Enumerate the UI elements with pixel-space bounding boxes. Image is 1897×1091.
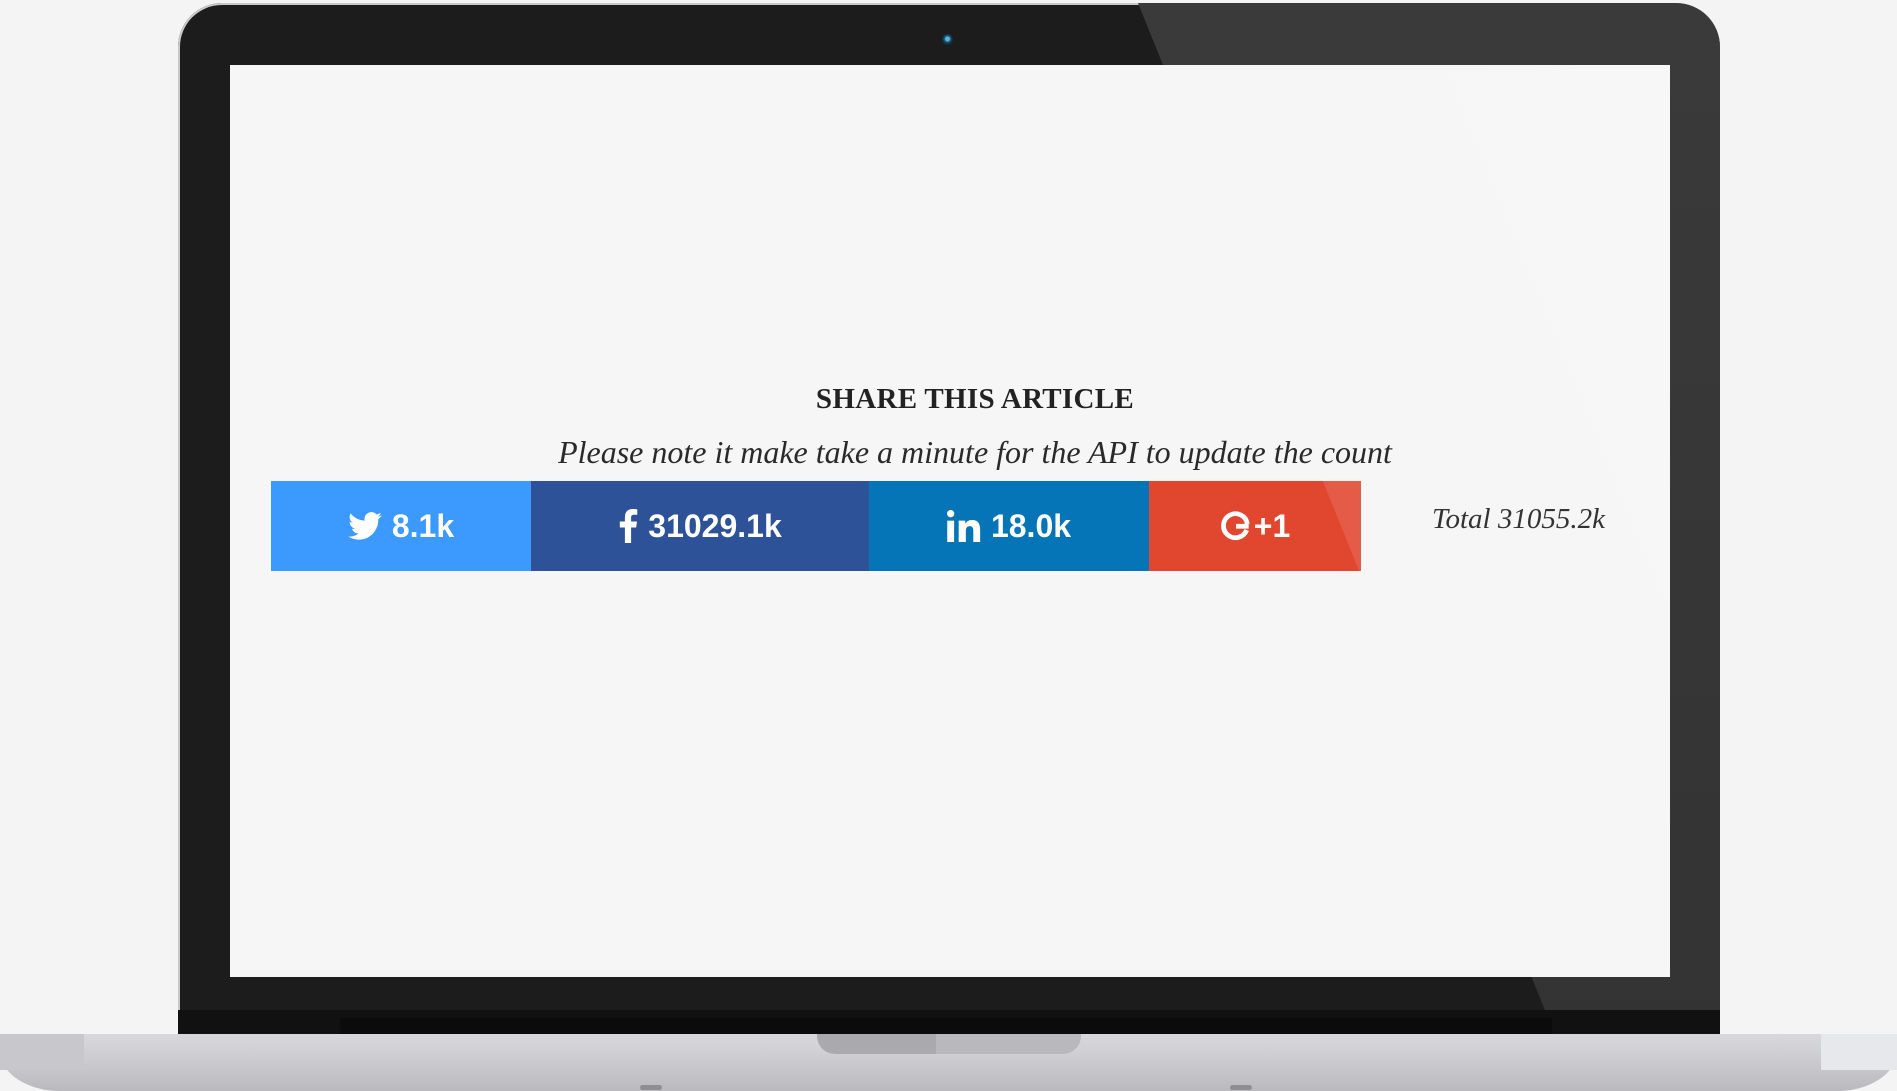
linkedin-count: 18.0k: [990, 507, 1072, 544]
laptop-foot-left: [640, 1085, 662, 1090]
google-plus-share-button[interactable]: +1: [1149, 481, 1361, 571]
share-bar: 8.1k 31029.1k 18.0k +1: [271, 481, 1361, 571]
laptop-base-left: [0, 1034, 84, 1070]
twitter-count: 8.1k: [391, 507, 455, 544]
camera-icon: [942, 34, 953, 45]
twitter-bird-icon: [348, 512, 382, 540]
gplus-label: +1: [1253, 507, 1291, 544]
laptop-mockup: SHARE THIS ARTICLE Please note it make t…: [0, 0, 1897, 1091]
facebook-f-icon: [618, 509, 638, 543]
google-g-icon: [1220, 510, 1252, 542]
laptop-screen: SHARE THIS ARTICLE Please note it make t…: [230, 65, 1670, 977]
laptop-hinge: [340, 1018, 1552, 1034]
facebook-count: 31029.1k: [648, 507, 782, 544]
linkedin-share-button[interactable]: 18.0k: [869, 481, 1149, 571]
laptop-base-right: [1821, 1034, 1897, 1070]
facebook-share-button[interactable]: 31029.1k: [531, 481, 869, 571]
twitter-share-button[interactable]: 8.1k: [271, 481, 531, 571]
linkedin-in-icon: [946, 510, 981, 542]
share-title: SHARE THIS ARTICLE: [815, 383, 1135, 415]
laptop-foot-right: [1230, 1085, 1252, 1090]
share-total: Total 31055.2k: [1432, 503, 1605, 535]
laptop-notch: [817, 1034, 1081, 1054]
share-note: Please note it make take a minute for th…: [558, 434, 1392, 470]
